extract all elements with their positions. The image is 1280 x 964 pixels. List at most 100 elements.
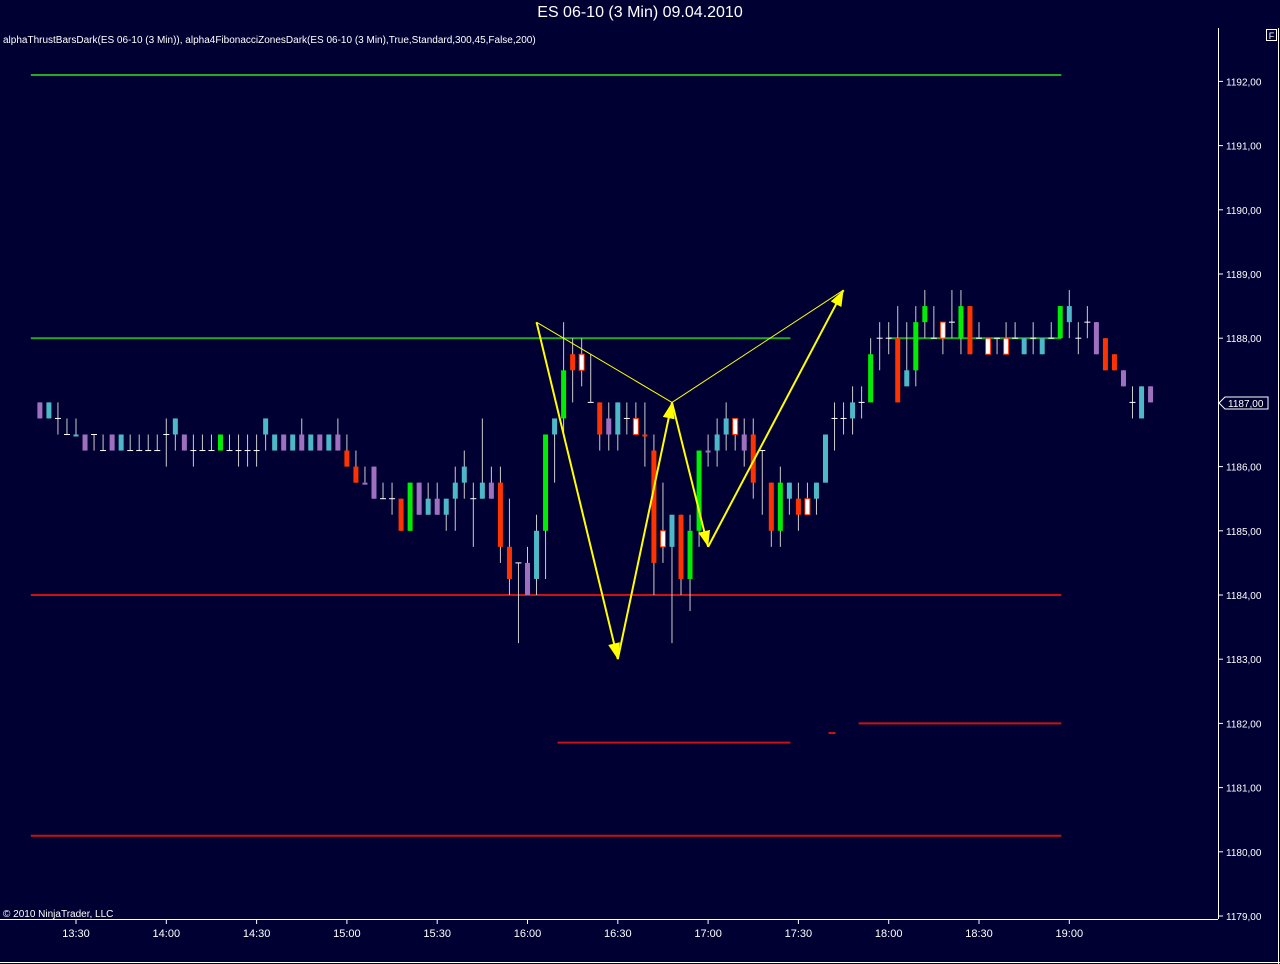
candle (1021, 338, 1027, 355)
candle-body (913, 322, 919, 371)
price-tick-label: 1180,00 (1226, 848, 1262, 859)
candle (1039, 338, 1045, 355)
candle (1102, 338, 1108, 371)
time-tick-label: 17:00 (694, 928, 722, 940)
time-tick-label: 16:00 (514, 928, 542, 940)
candle-body (561, 370, 567, 419)
candle-body (985, 337, 992, 355)
candle-body (804, 498, 811, 516)
time-tick-label: 14:00 (153, 928, 181, 940)
candle (82, 434, 88, 451)
candle (822, 434, 828, 483)
candle (1139, 386, 1145, 419)
indicator-label: alphaThrustBarsDark(ES 06-10 (3 Min)), a… (3, 35, 536, 46)
candle-body (795, 498, 801, 515)
candle-body (1102, 338, 1108, 371)
candle-body (597, 402, 603, 435)
candle-body (868, 354, 874, 403)
candle-body (353, 466, 359, 483)
candle-body (850, 402, 856, 419)
candle-body (37, 402, 43, 419)
candle (317, 434, 323, 451)
candle-body (488, 482, 494, 499)
candle-body (46, 402, 52, 419)
candle (181, 434, 187, 451)
candle (326, 434, 332, 451)
candle-body (606, 418, 612, 435)
candle-body (1021, 338, 1027, 355)
candle-body (777, 482, 783, 531)
candle-body (82, 434, 88, 451)
candle-body (813, 482, 819, 499)
candle-body (768, 482, 774, 531)
candle-body (1057, 306, 1063, 339)
candle-body (290, 434, 296, 451)
candle (290, 434, 296, 451)
candle-body (109, 434, 115, 451)
price-tick-label: 1181,00 (1226, 784, 1262, 795)
time-tick-label: 18:30 (965, 928, 993, 940)
plot-area (0, 28, 1218, 919)
candle (109, 434, 115, 451)
last-price-marker: 1187,00 (1218, 396, 1269, 410)
candle-body (506, 546, 512, 579)
price-tick-label: 1179,00 (1226, 912, 1262, 923)
candle-body (362, 482, 368, 485)
candle-body (308, 434, 314, 451)
candle (272, 434, 278, 451)
candle-body (398, 498, 404, 531)
price-tick-label: 1190,00 (1226, 206, 1262, 217)
candle (1111, 354, 1117, 371)
candle-body (497, 482, 503, 547)
candle-body (1139, 386, 1145, 419)
price-tick-label: 1185,00 (1226, 527, 1262, 538)
candle-body (904, 370, 910, 387)
candle-body (335, 434, 341, 451)
candle-body (732, 417, 739, 436)
candle (1148, 386, 1154, 403)
price-tick-label: 1192,00 (1226, 77, 1262, 88)
candle-body (479, 482, 485, 499)
candle-body (181, 434, 187, 451)
price-tick-label: 1186,00 (1226, 463, 1262, 474)
candle (1120, 370, 1126, 387)
candle (407, 482, 413, 531)
candle-body (723, 418, 729, 435)
candle-body (1003, 337, 1010, 355)
candle-body (1111, 354, 1117, 371)
candle-body (705, 450, 711, 453)
candle-body (263, 418, 269, 435)
candle-body (1066, 306, 1072, 323)
candle (967, 306, 973, 355)
candle (371, 466, 377, 499)
candle-body (452, 482, 458, 499)
time-tick-label: 17:30 (785, 928, 813, 940)
candle-body (326, 434, 332, 451)
candle (398, 498, 404, 531)
time-tick-label: 13:30 (62, 928, 90, 940)
candle (118, 434, 124, 451)
candle-body (632, 417, 639, 436)
candle-body (741, 434, 747, 451)
candle-body (299, 434, 305, 451)
candle-body (895, 338, 901, 403)
candle-body (786, 482, 792, 499)
time-tick-label: 14:30 (243, 928, 271, 940)
candle-body (967, 306, 973, 355)
candle-body (958, 306, 964, 339)
candle-body (461, 466, 467, 483)
candle-body (1093, 322, 1099, 355)
time-axis-area[interactable] (0, 919, 1280, 964)
chart-canvas[interactable]: 1179,00 1180,00 1181,00 1182,00 1183,00 1184,… (0, 0, 1280, 964)
candle-body (525, 562, 530, 595)
candle-body (687, 530, 693, 579)
chart-corner-button[interactable]: F (1266, 29, 1277, 41)
time-tick-label: 16:30 (604, 928, 632, 940)
candle-body (1120, 370, 1126, 387)
candle-body (714, 434, 720, 451)
candle-body (651, 450, 657, 563)
candle-body (272, 434, 278, 451)
candle-body (678, 514, 684, 579)
candle-body (1148, 386, 1154, 403)
candle (46, 402, 52, 419)
